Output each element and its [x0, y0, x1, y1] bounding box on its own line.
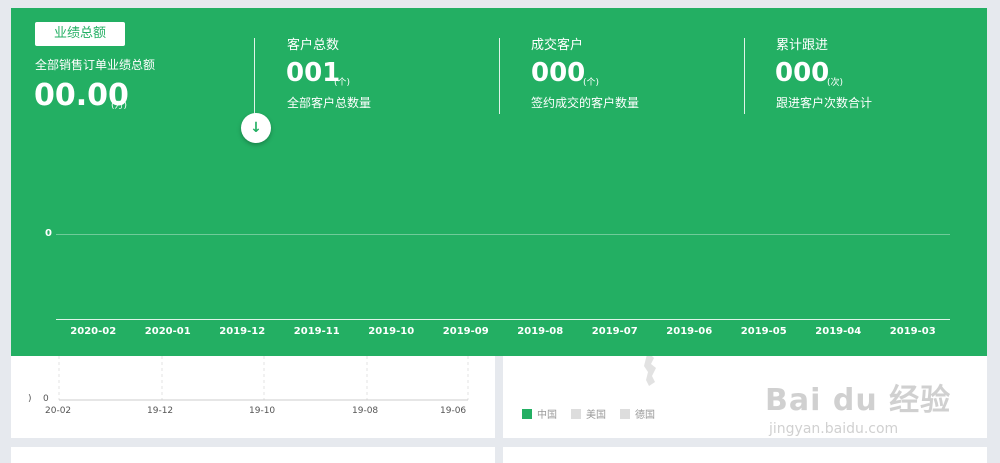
- bottom-right-card: [503, 447, 987, 463]
- kpi-subtitle: 全部销售订单业绩总额: [35, 58, 156, 72]
- summary-panel: 业绩总额 全部销售订单业绩总额 00.00 (万) 客户总数 001 (个) 全…: [11, 8, 987, 356]
- x-tick-label: 2019-06: [666, 326, 713, 337]
- mini-x-tick: 19-12: [147, 406, 174, 416]
- chart-zero-line: [56, 234, 950, 235]
- kpi-desc: 签约成交的客户数量: [531, 96, 640, 110]
- x-tick-label: 2019-07: [591, 326, 638, 337]
- x-tick-label: 2020-01: [144, 326, 191, 337]
- kpi-divider: [254, 38, 255, 114]
- chart-x-ticks: 2020-02 2020-01 2019-12 2019-11 2019-10 …: [56, 326, 950, 337]
- kpi-value: 001: [286, 58, 341, 88]
- kpi-title: 成交客户: [531, 38, 584, 53]
- mini-x-tick: 19-06: [440, 406, 467, 416]
- x-tick-label: 2019-03: [889, 326, 936, 337]
- region-legend: 中国 美国 德国: [522, 406, 655, 421]
- legend-swatch: [522, 408, 532, 419]
- kpi-unit: (个): [583, 78, 600, 88]
- watermark-url: jingyan.baidu.com: [769, 421, 899, 437]
- mini-x-tick: 19-08: [352, 406, 379, 416]
- x-tick-label: 2019-04: [815, 326, 862, 337]
- mini-x-tick: 19-10: [249, 406, 276, 416]
- legend-label: 中国: [537, 410, 557, 421]
- baidu-watermark: Bai du 经验 jingyan.baidu.com: [765, 375, 951, 437]
- kpi-unit: (万): [111, 101, 128, 111]
- chart-x-axis: [56, 319, 950, 320]
- x-tick-label: 2019-05: [740, 326, 787, 337]
- legend-item[interactable]: 中国: [522, 406, 557, 421]
- kpi-unit: (个): [334, 78, 351, 88]
- mini-x-tick: 20-02: [45, 406, 72, 416]
- kpi-value: 000: [531, 58, 586, 88]
- arrow-down-icon[interactable]: ↓: [241, 113, 271, 143]
- kpi-title: 累计跟进: [776, 38, 829, 53]
- legend-item[interactable]: 德国: [620, 406, 655, 421]
- kpi-value: 000: [775, 58, 830, 88]
- kpi-divider: [744, 38, 745, 114]
- kpi-title-badge[interactable]: 业绩总额: [35, 22, 125, 46]
- watermark-brand: Bai du 经验: [765, 383, 952, 418]
- legend-label: 美国: [586, 410, 606, 421]
- kpi-unit: (次): [827, 78, 844, 88]
- legend-swatch: [571, 408, 581, 419]
- bottom-left-card: [11, 447, 495, 463]
- x-tick-label: 2020-02: [70, 326, 117, 337]
- kpi-divider: [499, 38, 500, 114]
- kpi-desc: 跟进客户次数合计: [776, 96, 873, 110]
- mini-y-label-left: ): [28, 394, 32, 404]
- x-tick-label: 2019-11: [293, 326, 340, 337]
- mini-y-label: 0: [43, 394, 49, 404]
- kpi-desc: 全部客户总数量: [287, 96, 372, 110]
- kpi-title: 客户总数: [287, 38, 340, 53]
- legend-swatch: [620, 408, 630, 419]
- x-tick-label: 2019-08: [517, 326, 564, 337]
- legend-item[interactable]: 美国: [571, 406, 606, 421]
- chart-y-label: 0: [45, 228, 52, 239]
- x-tick-label: 2019-09: [442, 326, 489, 337]
- legend-label: 德国: [635, 410, 655, 421]
- x-tick-label: 2019-12: [219, 326, 266, 337]
- x-tick-label: 2019-10: [368, 326, 415, 337]
